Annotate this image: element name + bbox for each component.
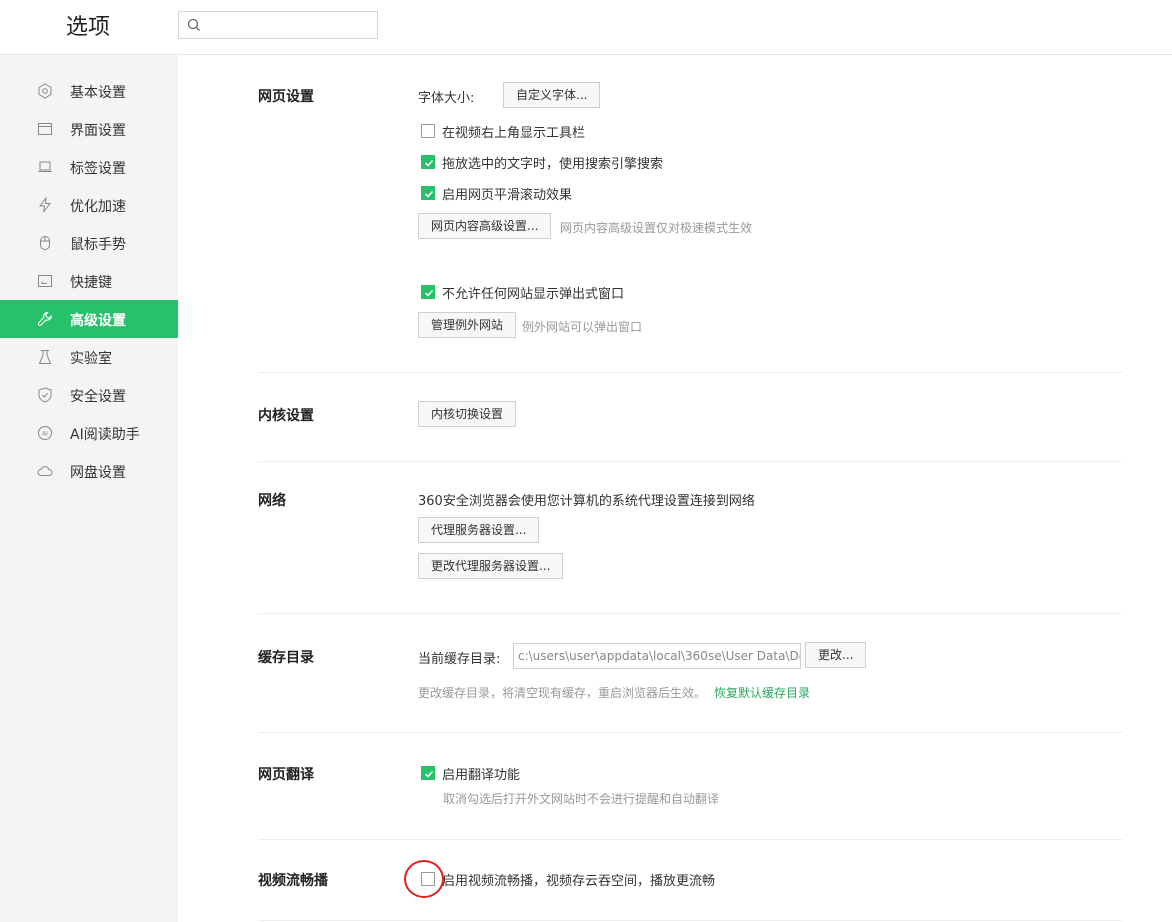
popup-block-checkbox-label: 不允许任何网站显示弹出式窗口 [442,287,625,302]
settings-content: 网页设置 字体大小: 自定义字体... 在视频右上角显示工具栏 拖放选中的文字时… [178,55,1172,922]
section-divider [258,461,1122,462]
sidebar-item-advanced[interactable]: 高级设置 [0,300,178,338]
toolbar-checkbox-label: 在视频右上角显示工具栏 [442,126,586,141]
cloud-icon [37,463,53,479]
section-title-video: 视频流畅播 [258,873,328,889]
sidebar-item-label: AI阅读助手 [70,427,140,443]
shield-icon [37,387,53,403]
manage-exceptions-button[interactable]: 管理例外网站 [418,312,517,338]
drag-search-checkbox-label: 拖放选中的文字时，使用搜索引擎搜索 [442,157,664,172]
restore-default-cache-link[interactable]: 恢复默认缓存目录 [714,684,810,701]
advanced-content-button[interactable]: 网页内容高级设置... [418,213,552,239]
smooth-scroll-checkbox[interactable] [421,186,435,200]
section-title-kernel: 内核设置 [258,408,314,424]
title-bar: 选项 [0,0,1172,55]
custom-font-button[interactable]: 自定义字体... [503,82,601,108]
drag-search-checkbox[interactable] [421,155,435,169]
section-title-translate: 网页翻译 [258,767,314,783]
mouse-icon [37,235,53,251]
sidebar-item-label: 界面设置 [70,123,126,139]
section-divider [258,732,1122,733]
sidebar-item-mouse-gestures[interactable]: 鼠标手势 [0,224,178,262]
proxy-settings-button[interactable]: 代理服务器设置... [418,517,540,543]
translate-hint: 取消勾选后打开外文网站时不会进行提醒和自动翻译 [443,792,720,806]
sidebar-item-cloud-drive[interactable]: 网盘设置 [0,452,178,490]
sidebar-item-label: 优化加速 [70,199,126,215]
section-divider [258,372,1122,373]
cache-hint: 更改缓存目录，将清空现有缓存，重启浏览器后生效。 [418,686,707,700]
section-title-webpage: 网页设置 [258,89,314,105]
toolbar-checkbox[interactable] [421,124,435,138]
change-cache-button[interactable]: 更改... [805,642,867,668]
section-title-cache: 缓存目录 [258,650,314,666]
sidebar-item-label: 安全设置 [70,389,126,405]
smooth-scroll-checkbox-label: 启用网页平滑滚动效果 [442,188,573,203]
sidebar-item-security[interactable]: 安全设置 [0,376,178,414]
sidebar-item-lab[interactable]: 实验室 [0,338,178,376]
translate-checkbox[interactable] [421,766,435,780]
section-title-network: 网络 [258,493,286,509]
section-divider [258,920,1122,921]
popup-block-checkbox[interactable] [421,285,435,299]
tab-icon [37,159,53,175]
sidebar-item-label: 标签设置 [70,161,126,177]
sidebar-item-label: 鼠标手势 [70,237,126,253]
current-cache-label: 当前缓存目录: [418,652,501,667]
keyboard-icon [37,273,53,289]
manage-exceptions-hint: 例外网站可以弹出窗口 [522,320,643,334]
sidebar-item-label: 实验室 [70,351,112,367]
sidebar-item-shortcuts[interactable]: 快捷键 [0,262,178,300]
annotation-circle [404,860,444,898]
sidebar-item-label: 高级设置 [70,313,126,329]
wrench-icon [37,311,53,327]
window-icon [37,121,53,137]
font-size-label: 字体大小: [418,91,475,106]
change-proxy-settings-button[interactable]: 更改代理服务器设置... [418,553,564,579]
search-icon [187,18,201,36]
sidebar-item-ai-reader[interactable]: AI AI阅读助手 [0,414,178,452]
network-description: 360安全浏览器会使用您计算机的系统代理设置连接到网络 [418,494,755,509]
advanced-content-hint: 网页内容高级设置仅对极速模式生效 [560,221,753,235]
video-smooth-checkbox-label: 启用视频流畅播，视频存云吞空间，播放更流畅 [442,874,716,889]
kernel-switch-button[interactable]: 内核切换设置 [418,401,517,427]
svg-text:AI: AI [42,431,48,438]
section-divider [258,613,1122,614]
sidebar-item-interface[interactable]: 界面设置 [0,110,178,148]
page-title: 选项 [66,15,111,40]
translate-checkbox-label: 启用翻译功能 [442,768,521,783]
sidebar-item-optimize[interactable]: 优化加速 [0,186,178,224]
gear-icon [37,83,53,99]
section-divider [258,839,1122,840]
sidebar-item-label: 基本设置 [70,85,126,101]
sidebar-item-basic[interactable]: 基本设置 [0,72,178,110]
search-input[interactable] [178,11,378,39]
flask-icon [37,349,53,365]
sidebar-item-label: 网盘设置 [70,465,126,481]
cache-path-field[interactable]: c:\users\user\appdata\local\360se\User D… [513,643,801,669]
sidebar-item-tabs[interactable]: 标签设置 [0,148,178,186]
lightning-icon [37,196,53,213]
ai-icon: AI [37,425,53,441]
sidebar-item-label: 快捷键 [70,275,112,291]
sidebar: 基本设置 界面设置 标签设置 优化加速 鼠标手势 快捷键 高级设置 实验室 安全… [0,55,178,922]
